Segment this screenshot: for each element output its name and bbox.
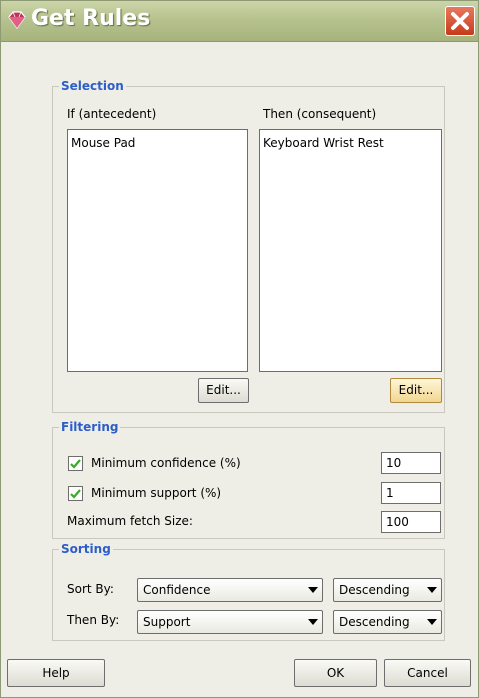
consequent-edit-button[interactable]: Edit...	[390, 378, 442, 403]
sort-by-field-value: Confidence	[143, 583, 211, 597]
list-item[interactable]: Keyboard Wrist Rest	[263, 136, 384, 150]
min-confidence-label: Minimum confidence (%)	[91, 456, 241, 470]
antecedent-header: If (antecedent)	[67, 107, 157, 121]
chevron-down-icon	[427, 619, 437, 625]
selection-group-title: Selection	[59, 79, 126, 93]
sorting-group-title: Sorting	[59, 542, 113, 556]
title-bar[interactable]: Get Rules	[1, 1, 478, 42]
sort-by-order-combo[interactable]: Descending	[333, 578, 442, 602]
help-button[interactable]: Help	[7, 659, 105, 687]
then-by-order-combo[interactable]: Descending	[333, 610, 442, 634]
antecedent-list[interactable]: Mouse Pad	[67, 129, 248, 372]
checkmark-icon	[70, 489, 81, 499]
then-by-label: Then By:	[67, 613, 120, 627]
consequent-list[interactable]: Keyboard Wrist Rest	[259, 129, 442, 372]
close-icon	[451, 12, 469, 30]
max-fetch-label: Maximum fetch Size:	[67, 514, 193, 528]
list-item[interactable]: Mouse Pad	[71, 136, 135, 150]
get-rules-dialog: Get Rules Selection If (antecedent) Then…	[0, 0, 479, 698]
chevron-down-icon	[308, 587, 318, 593]
filtering-group-title: Filtering	[59, 420, 121, 434]
chevron-down-icon	[427, 587, 437, 593]
sort-by-order-value: Descending	[339, 583, 410, 597]
antecedent-edit-button[interactable]: Edit...	[198, 378, 249, 403]
consequent-header: Then (consequent)	[263, 107, 377, 121]
then-by-field-value: Support	[143, 615, 191, 629]
close-button[interactable]	[445, 6, 475, 36]
then-by-field-combo[interactable]: Support	[137, 610, 323, 634]
min-support-field[interactable]: 1	[381, 482, 441, 504]
checkmark-icon	[70, 459, 81, 469]
cancel-button[interactable]: Cancel	[384, 659, 471, 687]
sort-by-field-combo[interactable]: Confidence	[137, 578, 323, 602]
min-confidence-field[interactable]: 10	[381, 452, 441, 474]
then-by-order-value: Descending	[339, 615, 410, 629]
max-fetch-field[interactable]: 100	[381, 511, 441, 533]
min-support-label: Minimum support (%)	[91, 486, 222, 500]
ok-button[interactable]: OK	[294, 659, 377, 687]
gem-icon	[8, 11, 26, 30]
min-confidence-checkbox[interactable]	[68, 456, 83, 471]
min-support-checkbox[interactable]	[68, 486, 83, 501]
chevron-down-icon	[308, 619, 318, 625]
window-title: Get Rules	[31, 6, 151, 31]
sort-by-label: Sort By:	[67, 582, 114, 596]
